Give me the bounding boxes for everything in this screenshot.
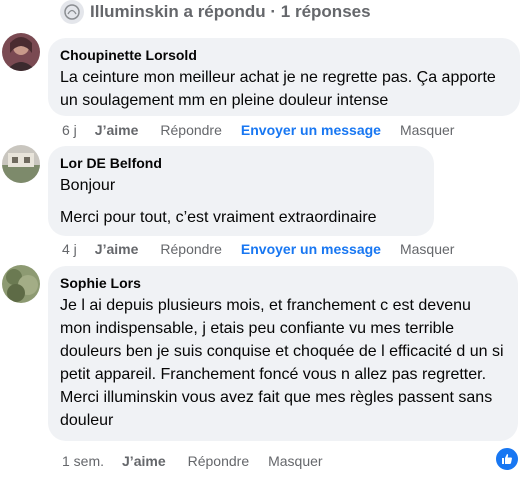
reply-summary[interactable]: Illuminskin a répondu · 1 réponses	[60, 0, 371, 24]
comment-bubble: Choupinette Lorsold La ceinture mon meil…	[48, 38, 520, 116]
hide-button[interactable]: Masquer	[400, 122, 454, 138]
comment-text: La ceinture mon meilleur achat je ne reg…	[60, 69, 496, 109]
like-button[interactable]: J’aime	[95, 122, 139, 138]
reply-summary-text: Illuminskin a répondu · 1 réponses	[90, 2, 371, 21]
comment-time[interactable]: 4 j	[62, 241, 77, 257]
like-button[interactable]: J’aime	[95, 241, 139, 257]
comment-time[interactable]: 6 j	[62, 122, 77, 138]
comment-author[interactable]: Choupinette Lorsold	[60, 46, 508, 64]
comment-bubble: Sophie Lors Je l ai depuis plusieurs moi…	[48, 266, 518, 441]
thumbs-up-icon[interactable]	[494, 446, 520, 472]
comment-text: Je l ai depuis plusieurs mois, et franch…	[60, 297, 504, 429]
reply-button[interactable]: Répondre	[160, 122, 222, 138]
comment-bubble: Lor DE Belfond Bonjour Merci pour tout, …	[48, 146, 434, 236]
send-message-button[interactable]: Envoyer un message	[241, 122, 381, 138]
hide-button[interactable]: Masquer	[400, 241, 454, 257]
comment-actions: 4 j J’aime Répondre Envoyer un message M…	[62, 241, 454, 257]
illuminskin-avatar	[60, 0, 84, 24]
comment-text: Merci pour tout, c’est vraiment extraord…	[60, 209, 377, 226]
send-message-button[interactable]: Envoyer un message	[241, 241, 381, 257]
comment-text: Bonjour	[60, 177, 116, 194]
avatar[interactable]	[2, 145, 40, 183]
comment-author[interactable]: Lor DE Belfond	[60, 154, 422, 172]
comment-actions: 1 sem. J’aime Répondre Masquer	[62, 453, 323, 469]
avatar[interactable]	[2, 33, 40, 71]
reply-button[interactable]: Répondre	[160, 241, 222, 257]
reply-button[interactable]: Répondre	[188, 453, 250, 469]
avatar[interactable]	[2, 265, 40, 303]
comment-time[interactable]: 1 sem.	[62, 453, 104, 469]
hide-button[interactable]: Masquer	[268, 453, 322, 469]
comment-actions: 6 j J’aime Répondre Envoyer un message M…	[62, 122, 454, 138]
like-button[interactable]: J’aime	[122, 453, 166, 469]
comment-author[interactable]: Sophie Lors	[60, 274, 506, 292]
